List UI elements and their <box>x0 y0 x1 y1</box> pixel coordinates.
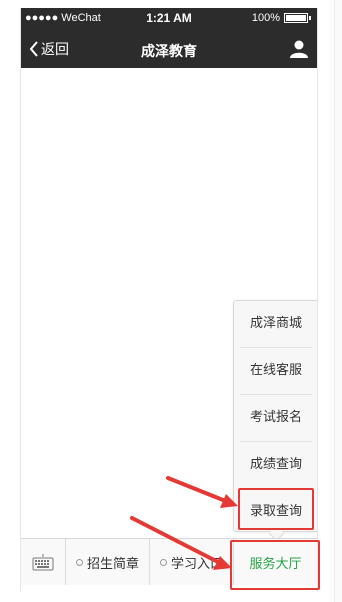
annotation-arrows <box>130 476 238 570</box>
annotation-arrow-upper <box>166 476 230 504</box>
annotation-arrow-lower <box>130 516 222 565</box>
